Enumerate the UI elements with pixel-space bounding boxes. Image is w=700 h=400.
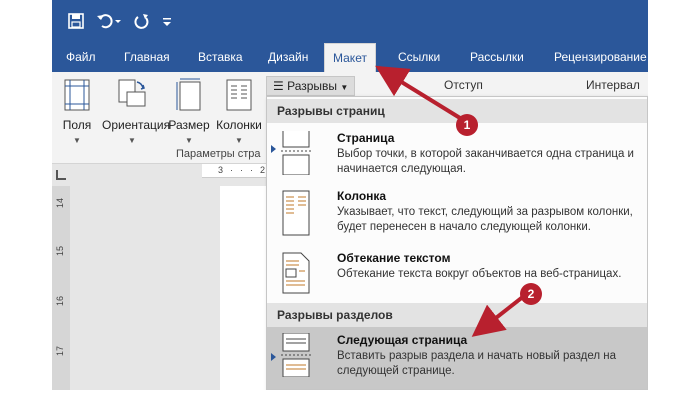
menu-item-page[interactable]: Страница Выбор точки, в которой заканчив… [267, 125, 647, 181]
tab-home[interactable]: Главная [124, 42, 170, 72]
breaks-icon: ☰ [273, 79, 284, 93]
chevron-down-icon: ▼ [340, 83, 349, 92]
ruler-mark: 16 [55, 295, 66, 307]
tab-layout[interactable]: Макет [324, 43, 376, 72]
tab-mailings[interactable]: Рассылки [470, 42, 524, 72]
breaks-dropdown: Разрывы страниц Страница Выбор точки, в … [266, 96, 648, 390]
ruler-mark: 2 [260, 165, 266, 175]
ribbon-tabs: Файл Главная Вставка Дизайн Макет Ссылки… [52, 42, 648, 72]
breaks-label: Разрывы [287, 79, 338, 93]
word-window: Файл Главная Вставка Дизайн Макет Ссылки… [52, 0, 648, 390]
menu-pointer-icon [271, 145, 276, 153]
ruler-mark: 17 [55, 345, 66, 357]
ruler-mark: 3 [218, 165, 224, 175]
next-page-break-icon [281, 332, 311, 378]
ruler-mark: 15 [55, 245, 66, 257]
menu-item-column[interactable]: Колонка Указывает, что текст, следующий … [267, 183, 647, 243]
menu-item-title: Колонка [337, 189, 387, 203]
size-label: Размер [168, 118, 210, 132]
callout-badge-1: 1 [456, 114, 478, 136]
margins-icon [62, 78, 92, 112]
indent-label: Отступ [444, 78, 483, 92]
ruler-mark: · [240, 165, 243, 175]
columns-label: Колонки [216, 118, 262, 132]
menu-item-description: Обтекание текста вокруг объектов на веб-… [337, 268, 622, 280]
chevron-down-icon: ▼ [128, 136, 136, 145]
margins-label: Поля [62, 118, 92, 132]
columns-icon [224, 78, 254, 112]
column-break-icon [281, 189, 311, 236]
text-wrapping-icon [281, 251, 311, 294]
chevron-down-icon: ▼ [235, 136, 243, 145]
menu-pointer-icon [271, 353, 276, 361]
save-icon[interactable] [66, 11, 86, 31]
menu-item-description: Выбор точки, в которой заканчивается одн… [337, 148, 634, 175]
title-bar [52, 0, 648, 42]
customize-qat-icon[interactable] [162, 11, 176, 31]
tab-insert[interactable]: Вставка [198, 42, 243, 72]
chevron-down-icon: ▼ [73, 136, 81, 145]
orientation-button[interactable]: Ориентация ▼ [102, 78, 171, 150]
tab-design[interactable]: Дизайн [268, 42, 308, 72]
ruler-corner-icon[interactable] [56, 170, 66, 180]
menu-item-description: Указывает, что текст, следующий за разры… [337, 206, 633, 233]
size-button[interactable]: Размер ▼ [166, 78, 212, 150]
chevron-down-icon: ▼ [185, 136, 193, 145]
menu-item-text-wrapping[interactable]: Обтекание текстом Обтекание текста вокру… [267, 245, 647, 299]
margins-button[interactable]: Поля ▼ [54, 78, 100, 150]
ruler-mark: · [230, 165, 233, 175]
menu-item-next-page[interactable]: Следующая страница Вставить разрыв разде… [267, 327, 647, 389]
columns-button[interactable]: Колонки ▼ [216, 78, 262, 150]
ruler-mark: · [250, 165, 253, 175]
spacing-label: Интервал [586, 78, 640, 92]
page-size-icon [174, 78, 204, 112]
breaks-button[interactable]: ☰ Разрывы ▼ [266, 76, 356, 96]
menu-item-title: Страница [337, 131, 395, 145]
tab-references[interactable]: Ссылки [398, 42, 440, 72]
callout-badge-2: 2 [520, 283, 542, 305]
undo-icon[interactable] [96, 11, 124, 31]
orientation-label: Ориентация [102, 118, 171, 132]
horizontal-ruler: 3 · · · 2 [202, 164, 272, 178]
vertical-ruler: 14 15 16 17 [52, 186, 70, 390]
menu-item-description: Вставить разрыв раздела и начать новый р… [337, 350, 617, 377]
ruler-mark: 14 [55, 197, 66, 209]
menu-item-title: Обтекание текстом [337, 251, 451, 265]
redo-icon[interactable] [132, 11, 152, 31]
tab-review[interactable]: Рецензирование [554, 42, 647, 72]
page-setup-group-label: Параметры стра [176, 148, 261, 160]
section-breaks-header: Разрывы разделов [267, 303, 647, 327]
menu-item-title: Следующая страница [337, 333, 468, 347]
orientation-icon [117, 78, 147, 112]
tab-file[interactable]: Файл [66, 42, 96, 72]
page-break-icon [281, 131, 311, 176]
